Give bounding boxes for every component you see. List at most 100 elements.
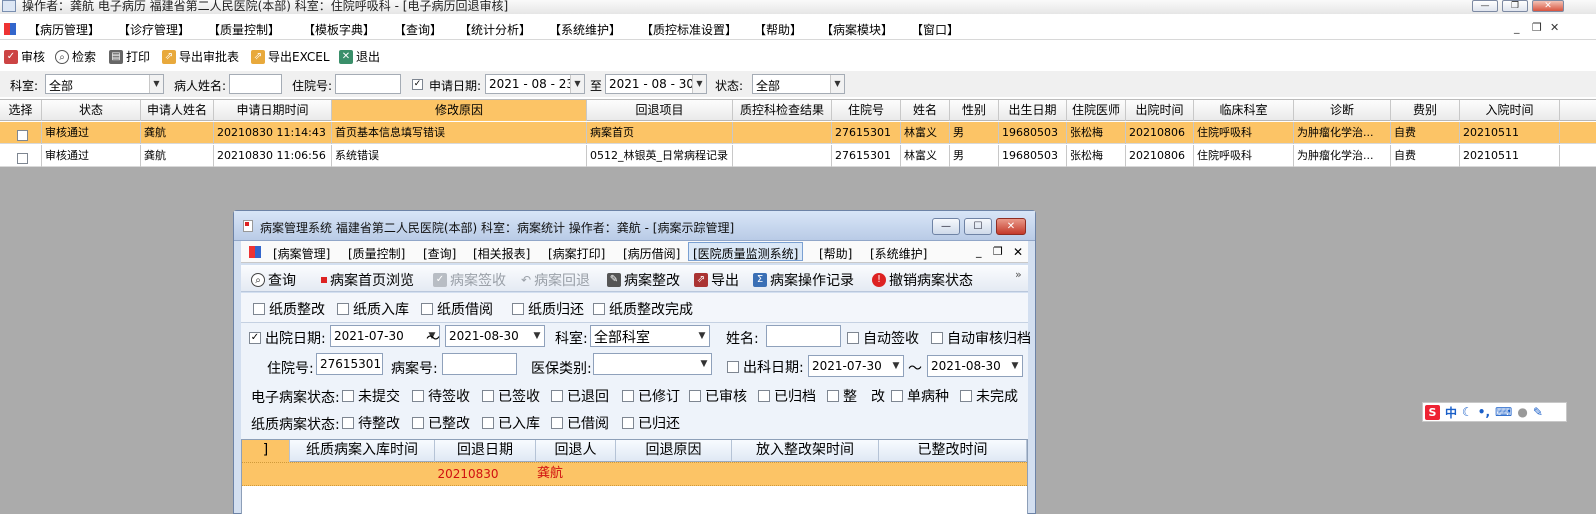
punctuation-icon[interactable]: •, — [1478, 405, 1490, 419]
dialog-inpatient-input[interactable]: 27615301 — [316, 353, 383, 375]
emr-status-check[interactable]: 整 改 — [827, 386, 885, 406]
col-select[interactable]: 选择 — [0, 100, 42, 121]
dcol-storage-time[interactable]: 纸质病案入库时间 — [290, 440, 435, 462]
dmenu-help[interactable]: [帮助] — [819, 245, 852, 262]
moon-icon[interactable]: ☾ — [1462, 405, 1473, 419]
paper-status-check[interactable]: 已入库 — [482, 413, 540, 433]
keyboard-icon[interactable]: ⌨ — [1495, 405, 1512, 419]
close-button[interactable]: ✕ — [1532, 0, 1564, 12]
col-rollback-item[interactable]: 回退项目 — [587, 100, 733, 121]
leave-from-picker[interactable]: 2021-07-30 ▼ — [808, 355, 904, 377]
menu-item-qc-standards[interactable]: 【质控标准设置】 — [641, 21, 737, 38]
ime-chinese-mode[interactable]: 中 — [1445, 404, 1457, 421]
dialog-dept-select[interactable]: 全部科室 ▼ — [590, 325, 710, 347]
col-inpatient-no[interactable]: 住院号 — [832, 100, 901, 121]
dcol-rectified-time[interactable]: 已整改时间 — [879, 440, 1027, 462]
menu-item-case-module[interactable]: 【病案模块】 — [821, 21, 893, 38]
dmenu-quality-control[interactable]: [质量控制] — [348, 245, 405, 262]
col-status[interactable]: 状态 — [42, 100, 141, 121]
menu-item-medical-record[interactable]: 【病历管理】 — [28, 21, 100, 38]
exit-button[interactable]: ✕ 退出 — [339, 48, 380, 65]
col-diagnosis[interactable]: 诊断 — [1294, 100, 1391, 121]
dmenu-case-print[interactable]: [病案打印] — [548, 245, 605, 262]
operation-log-button[interactable]: Σ 病案操作记录 — [753, 270, 854, 290]
col-qc-result[interactable]: 质控科检查结果 — [733, 100, 832, 121]
dept-select[interactable]: 全部 ▼ — [45, 74, 164, 94]
overflow-chevron-icon[interactable]: » — [1015, 268, 1022, 281]
dialog-table-row[interactable]: 20210830 龚航 — [242, 462, 1027, 486]
paper-status-check[interactable]: 待整改 — [342, 413, 400, 433]
case-rectify-button[interactable]: ✎ 病案整改 — [607, 270, 680, 290]
row-checkbox[interactable] — [17, 130, 28, 141]
dmenu-minimize-icon[interactable]: _ — [976, 245, 982, 258]
paper-status-check[interactable]: 已整改 — [412, 413, 470, 433]
ime-toolbar[interactable]: S 中 ☾ •, ⌨ ● ✎ — [1422, 402, 1567, 422]
dmenu-close-icon[interactable]: ✕ — [1013, 245, 1023, 259]
emr-status-check[interactable]: 未完成 — [960, 386, 1018, 406]
paper-return-check[interactable]: 纸质归还 — [512, 299, 584, 319]
dmenu-record-borrow[interactable]: [病历借阅] — [623, 245, 680, 262]
mdi-minimize-icon[interactable]: _ — [1514, 21, 1520, 34]
export-button[interactable]: ⇗ 导出 — [694, 270, 739, 290]
paper-borrow-check[interactable]: 纸质借阅 — [421, 299, 493, 319]
menu-item-quality-control[interactable]: 【质量控制】 — [208, 21, 280, 38]
dmenu-system-maintenance[interactable]: [系统维护] — [870, 245, 927, 262]
menu-item-statistics[interactable]: 【统计分析】 — [459, 21, 531, 38]
menu-item-query[interactable]: 【查询】 — [394, 21, 442, 38]
leave-date-check[interactable]: 出科日期: — [727, 357, 804, 377]
row-checkbox[interactable] — [17, 153, 28, 164]
leave-to-picker[interactable]: 2021-08-30 ▼ — [927, 355, 1023, 377]
export-approval-button[interactable]: ⇗ 导出审批表 — [162, 48, 239, 65]
restore-button[interactable]: ❐ — [1502, 0, 1528, 12]
case-sign-button[interactable]: ✓ 病案签收 — [433, 270, 506, 290]
status-select[interactable]: 全部 ▼ — [752, 74, 845, 94]
apply-date-checkbox[interactable]: ✓ — [412, 77, 423, 91]
wrench-icon[interactable]: ✎ — [1533, 405, 1543, 419]
col-reason[interactable]: 修改原因 — [332, 100, 587, 121]
menu-item-treatment[interactable]: 【诊疗管理】 — [118, 21, 190, 38]
revoke-status-button[interactable]: ! 撤销病案状态 — [872, 270, 973, 290]
discharge-to-picker[interactable]: 2021-08-30 ▼ — [445, 325, 545, 347]
col-doctor[interactable]: 住院医师 — [1067, 100, 1126, 121]
menu-item-template-dictionary[interactable]: 【模板字典】 — [303, 21, 375, 38]
mdi-restore-icon[interactable]: ❐ — [1532, 21, 1542, 34]
case-no-input[interactable] — [442, 353, 517, 375]
dcol-selector[interactable]: ] — [242, 440, 290, 462]
query-button[interactable]: ⌕ 查询 — [251, 270, 296, 290]
emr-status-check[interactable]: 单病种 — [891, 386, 949, 406]
discharge-date-check[interactable]: ✓ 出院日期: — [249, 328, 326, 348]
app-menu-icon[interactable] — [249, 246, 261, 258]
dmenu-quality-monitoring[interactable]: [医院质量监测系统] — [688, 242, 804, 261]
cell-select[interactable] — [0, 122, 42, 144]
dcol-rectify-shelf-time[interactable]: 放入整改架时间 — [732, 440, 879, 462]
menu-item-system-maintenance[interactable]: 【系统维护】 — [549, 21, 621, 38]
emr-status-check[interactable]: 已审核 — [689, 386, 747, 406]
audit-button[interactable]: ✓ 审核 — [4, 48, 45, 65]
discharge-from-picker[interactable]: 2021-07-30 ▼ — [330, 325, 440, 347]
case-homepage-browse-button[interactable]: 病案首页浏览 — [321, 270, 414, 290]
dialog-close-button[interactable]: ✕ — [996, 218, 1026, 235]
search-button[interactable]: ⌕ 检索 — [55, 48, 96, 65]
menu-item-window[interactable]: 【窗口】 — [911, 21, 959, 38]
cell-select[interactable] — [0, 145, 42, 167]
patient-name-input[interactable] — [229, 74, 282, 94]
paper-rectify-check[interactable]: 纸质整改 — [253, 299, 325, 319]
col-apply-time[interactable]: 申请日期时间 — [214, 100, 332, 121]
dialog-maximize-button[interactable]: ☐ — [964, 218, 992, 235]
dmenu-reports[interactable]: [相关报表] — [473, 245, 530, 262]
dcol-rollback-reason[interactable]: 回退原因 — [616, 440, 732, 462]
insurance-select[interactable]: ▼ — [593, 353, 712, 375]
user-icon[interactable]: ● — [1517, 405, 1527, 419]
col-discharge-time[interactable]: 出院时间 — [1126, 100, 1194, 121]
paper-storage-check[interactable]: 纸质入库 — [337, 299, 409, 319]
table-row[interactable]: 审核通过 龚航 20210830 11:06:56 系统错误 0512_林银英_日常病程… — [0, 145, 1596, 167]
export-excel-button[interactable]: ⇗ 导出EXCEL — [251, 48, 330, 65]
inpatient-no-input[interactable] — [335, 74, 401, 94]
col-gender[interactable]: 性别 — [950, 100, 999, 121]
col-birth-date[interactable]: 出生日期 — [999, 100, 1067, 121]
paper-status-check[interactable]: 已归还 — [622, 413, 680, 433]
minimize-button[interactable]: — — [1472, 0, 1498, 12]
dialog-minimize-button[interactable]: — — [932, 218, 960, 235]
name-input[interactable] — [766, 325, 841, 347]
dmenu-restore-icon[interactable]: ❐ — [993, 245, 1003, 258]
